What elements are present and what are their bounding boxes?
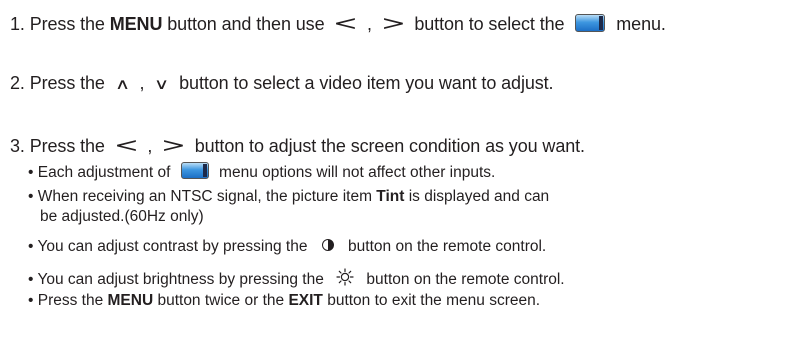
- right-arrow-symbol: >: [160, 133, 186, 157]
- bullet-text: button on the remote control.: [343, 238, 547, 255]
- bullet-text: menu options will not affect other input…: [214, 164, 496, 181]
- bullet-ntsc-note-line2: be adjusted.(60Hz only): [40, 207, 204, 226]
- step-3-text: 3. Press the: [10, 136, 110, 156]
- exit-button-label: EXIT: [288, 292, 323, 309]
- bullet-text: button on the remote control.: [362, 271, 565, 288]
- video-menu-icon: [575, 14, 606, 32]
- left-arrow-symbol: <: [113, 133, 139, 157]
- bullet-text: be adjusted.(60Hz only): [40, 208, 204, 225]
- bullet-adjustment-note: • Each adjustment of menu options will n…: [28, 162, 495, 182]
- bullet-text: • Press the: [28, 292, 108, 309]
- bullet-contrast-note: • You can adjust contrast by pressing th…: [28, 237, 546, 256]
- step-3-text: button to adjust the screen condition as…: [189, 136, 585, 156]
- step-2-text: button to select a video item you want t…: [174, 73, 554, 93]
- brightness-sun-icon: [336, 268, 354, 291]
- bullet-text: • Each adjustment of: [28, 164, 175, 181]
- down-arrow-symbol: ∨: [154, 75, 170, 93]
- step-1: 1. Press the MENU button and then use < …: [10, 12, 666, 35]
- step-1-text: 1. Press the: [10, 14, 110, 34]
- separator: ,: [142, 136, 158, 156]
- step-3: 3. Press the < , > button to adjust the …: [10, 134, 585, 157]
- bullet-text: button twice or the: [153, 292, 289, 309]
- step-1-text: button and then use: [162, 14, 330, 34]
- up-arrow-symbol: ∧: [114, 75, 130, 93]
- bullet-text: button to exit the menu screen.: [322, 292, 541, 309]
- step-1-text: button to select the: [409, 14, 570, 34]
- bullet-text: • You can adjust brightness by pressing …: [28, 271, 329, 288]
- left-arrow-symbol: <: [333, 11, 359, 35]
- bullet-brightness-note: • You can adjust brightness by pressing …: [28, 268, 565, 291]
- bullet-ntsc-note: • When receiving an NTSC signal, the pic…: [28, 187, 549, 206]
- bullet-text: • You can adjust contrast by pressing th…: [28, 238, 312, 255]
- step-2-text: 2. Press the: [10, 73, 110, 93]
- step-2: 2. Press the ∧ , ∨ button to select a vi…: [10, 72, 554, 95]
- step-1-text: menu.: [611, 14, 666, 34]
- video-menu-icon: [180, 162, 209, 179]
- contrast-icon: [321, 239, 334, 251]
- bullet-text: • When receiving an NTSC signal, the pic…: [28, 188, 377, 205]
- separator: ,: [362, 14, 377, 34]
- separator: ,: [134, 73, 150, 93]
- bullet-text: is displayed and can: [404, 188, 550, 205]
- right-arrow-symbol: >: [380, 11, 406, 35]
- menu-button-label: MENU: [109, 14, 163, 34]
- bullet-exit-note: • Press the MENU button twice or the EXI…: [28, 291, 540, 310]
- tint-label: Tint: [376, 188, 405, 205]
- menu-button-label: MENU: [107, 292, 154, 309]
